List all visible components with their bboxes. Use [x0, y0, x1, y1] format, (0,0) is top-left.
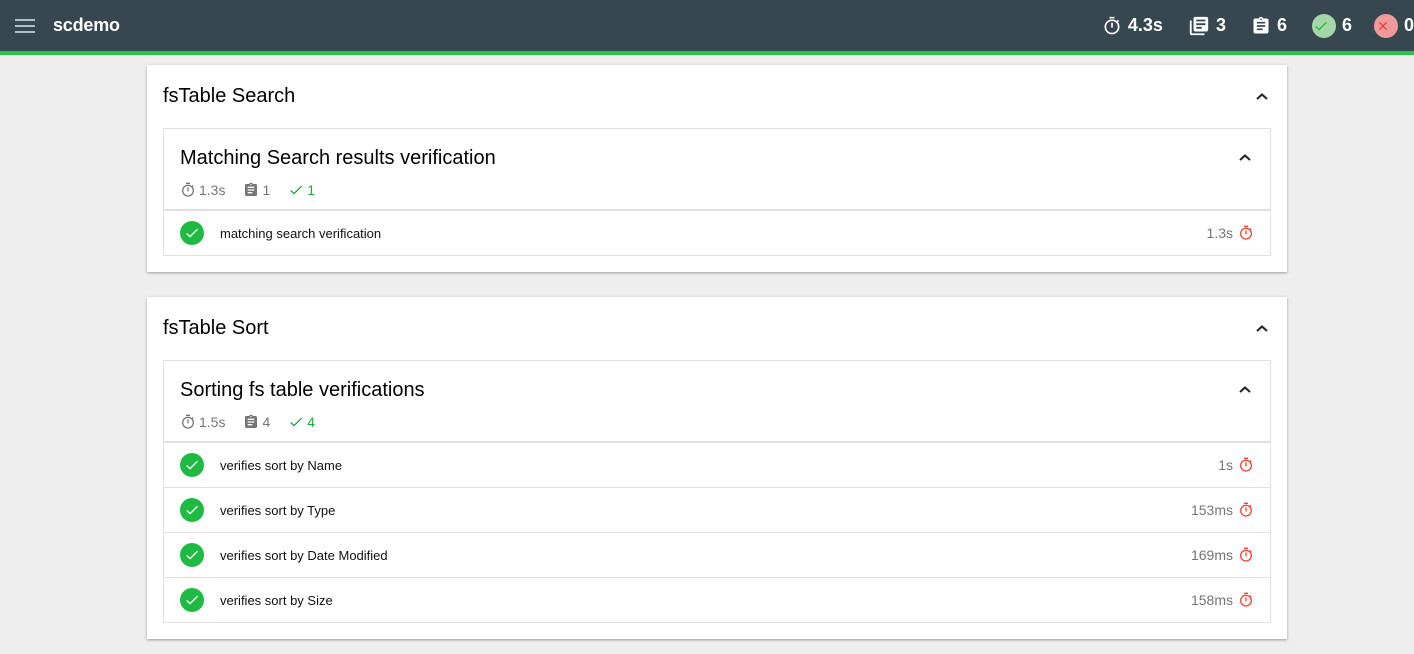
stopwatch-icon: [1240, 547, 1252, 562]
stat-duration[interactable]: 4.3s: [1102, 15, 1163, 37]
chevron-up-icon[interactable]: [1255, 324, 1269, 334]
stopwatch-icon: [1240, 225, 1252, 240]
test-duration-value: 169ms: [1190, 547, 1233, 563]
test-title: matching search verification: [220, 225, 382, 241]
stat-suites[interactable]: 3: [1188, 15, 1226, 37]
clipboard-icon: [245, 414, 258, 428]
check-circle-icon: [180, 543, 204, 567]
suite-card: fsTable Sort Sorting fs table verificati…: [147, 297, 1287, 639]
group-passes: 1: [288, 182, 315, 198]
test-group-stats: 1.5s 4 4: [164, 407, 1270, 442]
check-circle-icon: [1311, 13, 1336, 38]
test-row[interactable]: verifies sort by Name 1s: [164, 442, 1270, 487]
test-group-stats: 1.3s 1 1: [164, 175, 1270, 210]
test-duration: 169ms: [1191, 547, 1254, 563]
status-accent-bar: [0, 51, 1414, 55]
library-books-icon: [1189, 16, 1209, 35]
stat-passes-value: 6: [1341, 15, 1352, 35]
suite-header[interactable]: fsTable Search: [147, 65, 1287, 128]
test-title: verifies sort by Name: [220, 457, 343, 473]
stopwatch-icon: [1104, 16, 1120, 34]
chevron-up-icon[interactable]: [1255, 92, 1269, 102]
test-group-title: Sorting fs table verifications: [180, 378, 425, 401]
stat-failures[interactable]: 0: [1373, 13, 1414, 38]
test-row[interactable]: verifies sort by Size 158ms: [164, 577, 1270, 622]
stopwatch-icon: [1240, 457, 1252, 472]
clipboard-icon: [1253, 16, 1269, 33]
suite-title: fsTable Sort: [163, 317, 269, 339]
group-duration: 1.3s: [180, 182, 225, 198]
stat-suites-value: 3: [1215, 15, 1226, 35]
app-title: scdemo: [53, 15, 120, 35]
suite-card: fsTable Search Matching Search results v…: [147, 65, 1287, 272]
stat-tests[interactable]: 6: [1251, 15, 1287, 37]
stat-tests-value: 6: [1276, 15, 1287, 35]
test-duration: 153ms: [1191, 502, 1254, 518]
stat-duration-value: 4.3s: [1127, 15, 1163, 35]
check-circle-icon: [180, 221, 204, 245]
group-tests: 4: [243, 414, 270, 430]
test-title: verifies sort by Size: [220, 592, 333, 608]
check-circle-icon: [180, 453, 204, 477]
close-circle-icon: [1373, 13, 1398, 38]
test-duration: 1s: [1218, 457, 1254, 473]
group-passes-value: 4: [307, 414, 316, 430]
test-title: verifies sort by Date Modified: [220, 547, 388, 563]
check-circle-icon: [180, 498, 204, 522]
test-duration-value: 153ms: [1190, 502, 1233, 518]
test-row[interactable]: verifies sort by Date Modified 169ms: [164, 532, 1270, 577]
clipboard-icon: [245, 182, 258, 196]
test-group-header[interactable]: Matching Search results verification: [164, 129, 1270, 175]
top-navbar: scdemo 4.3s 3 6 6 0: [0, 0, 1414, 51]
chevron-up-icon[interactable]: [1238, 385, 1252, 395]
stat-failures-value: 0: [1403, 15, 1414, 35]
group-tests-value: 4: [262, 414, 271, 430]
stopwatch-icon: [182, 414, 194, 429]
suite-title: fsTable Search: [163, 85, 296, 107]
test-duration-value: 1s: [1218, 457, 1233, 473]
check-icon: [290, 185, 303, 195]
stat-passes[interactable]: 6: [1311, 13, 1352, 38]
suite-header[interactable]: fsTable Sort: [147, 297, 1287, 360]
test-group: Sorting fs table verifications 1.5s 4 4: [163, 360, 1271, 623]
test-group-title: Matching Search results verification: [180, 146, 496, 169]
test-duration: 158ms: [1191, 592, 1254, 608]
group-duration: 1.5s: [180, 414, 225, 430]
test-group: Matching Search results verification 1.3…: [163, 128, 1271, 256]
group-passes: 4: [288, 414, 315, 430]
test-group-header[interactable]: Sorting fs table verifications: [164, 361, 1270, 407]
check-circle-icon: [180, 588, 204, 612]
test-duration-value: 1.3s: [1206, 225, 1233, 241]
test-duration-value: 158ms: [1190, 592, 1233, 608]
chevron-up-icon[interactable]: [1238, 153, 1252, 163]
summary-stats: 4.3s 3 6 6 0: [1077, 0, 1414, 51]
group-passes-value: 1: [307, 182, 316, 198]
stopwatch-icon: [1240, 592, 1252, 607]
stopwatch-icon: [182, 182, 194, 197]
test-duration: 1.3s: [1207, 225, 1254, 241]
group-tests-value: 1: [262, 182, 271, 198]
group-tests: 1: [243, 182, 270, 198]
group-duration-value: 1.5s: [199, 414, 226, 430]
stopwatch-icon: [1240, 502, 1252, 517]
menu-icon[interactable]: [15, 18, 35, 33]
check-icon: [290, 417, 303, 427]
test-row[interactable]: matching search verification 1.3s: [164, 210, 1270, 255]
test-row[interactable]: verifies sort by Type 153ms: [164, 487, 1270, 532]
group-duration-value: 1.3s: [199, 182, 226, 198]
test-title: verifies sort by Type: [220, 502, 336, 518]
